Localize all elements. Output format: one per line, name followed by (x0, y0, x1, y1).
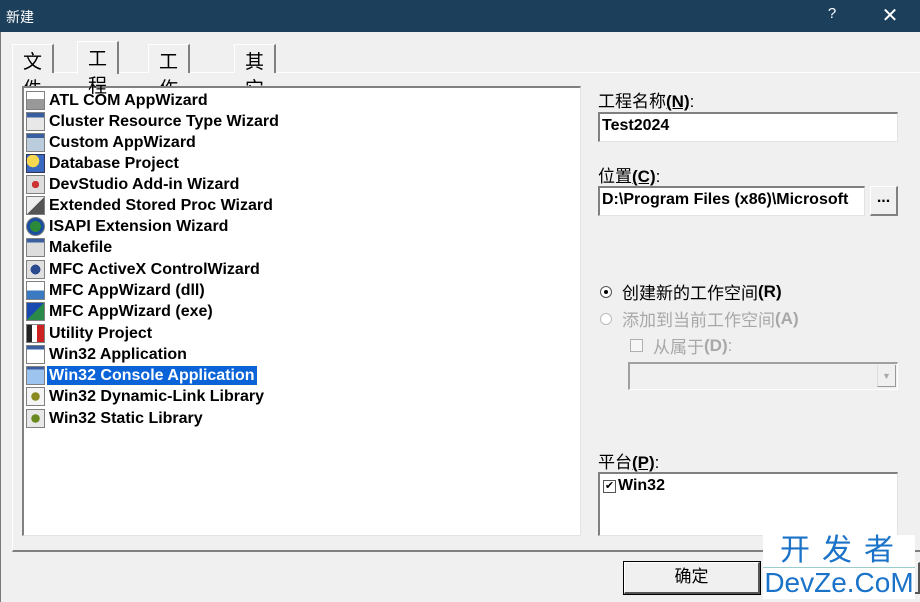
ok-button[interactable]: 确定 (623, 561, 761, 595)
database-project-icon (26, 154, 45, 173)
tab-files[interactable]: 文件 (12, 44, 55, 100)
checkmark-icon[interactable]: ✔ (603, 479, 616, 493)
dependency-checkbox[interactable]: 从属于 (D): (630, 333, 732, 358)
cluster-wizard-icon (26, 112, 45, 131)
isapi-globe-icon (26, 217, 45, 236)
add-to-current-workspace-radio[interactable]: 添加到当前工作空间 (A) (600, 306, 799, 331)
makefile-icon (26, 238, 45, 257)
list-item[interactable]: MFC ActiveX ControlWizard (26, 259, 262, 280)
list-item[interactable]: MFC AppWizard (dll) (26, 280, 207, 301)
custom-wizard-icon (26, 133, 45, 152)
activex-wizard-icon (26, 260, 45, 279)
platform-label: 平台(P): (598, 453, 660, 472)
project-name-label: 工程名称(N): (598, 92, 695, 111)
list-item[interactable]: DevStudio Add-in Wizard (26, 174, 241, 195)
location-label: 位置(C): (598, 167, 661, 186)
help-button[interactable]: ? (820, 5, 844, 27)
project-name-input[interactable]: Test2024 (598, 112, 898, 142)
mfc-dll-icon (26, 281, 45, 300)
platform-list[interactable]: ✔ Win32 (598, 472, 898, 536)
tab-projects[interactable]: 工程 (77, 41, 120, 97)
tab-workspaces[interactable]: 工作区 (148, 44, 191, 127)
utility-tools-icon (26, 324, 45, 343)
mfc-exe-icon (26, 302, 45, 321)
list-item[interactable]: Win32 Static Library (26, 408, 205, 429)
win32-app-icon (26, 345, 45, 364)
list-item[interactable]: MFC AppWizard (exe) (26, 301, 215, 322)
close-button[interactable]: ✕ (876, 3, 904, 29)
browse-button[interactable]: ... (870, 186, 898, 216)
static-lib-icon (26, 409, 45, 428)
dependency-dropdown[interactable]: ▼ (628, 362, 898, 390)
list-item[interactable]: ATL COM AppWizard (26, 90, 210, 111)
chevron-down-icon[interactable]: ▼ (877, 365, 896, 387)
console-window-icon (26, 366, 45, 385)
radio-checked-icon (600, 285, 612, 298)
radio-unchecked-icon (600, 312, 612, 325)
list-item[interactable]: Win32 Application (26, 344, 189, 365)
list-item[interactable]: Custom AppWizard (26, 132, 198, 153)
close-icon: ✕ (881, 5, 899, 27)
list-item[interactable]: Cluster Resource Type Wizard (26, 111, 281, 132)
platform-item-win32[interactable]: ✔ Win32 (603, 477, 665, 495)
list-item[interactable]: ISAPI Extension Wizard (26, 216, 230, 237)
list-item[interactable]: Utility Project (26, 323, 154, 344)
dialog-border (0, 32, 1, 602)
stored-proc-wizard-icon (26, 196, 45, 215)
atl-wizard-icon (26, 91, 45, 110)
list-item-selected[interactable]: Win32 Console Application (26, 365, 258, 386)
list-item[interactable]: Extended Stored Proc Wizard (26, 195, 275, 216)
project-type-list[interactable]: ATL COM AppWizard Cluster Resource Type … (22, 86, 581, 536)
addin-wizard-icon (26, 175, 45, 194)
dll-icon (26, 387, 45, 406)
location-input[interactable]: D:\Program Files (x86)\Microsoft (598, 186, 865, 216)
list-item[interactable]: Database Project (26, 153, 181, 174)
list-item[interactable]: Makefile (26, 237, 114, 258)
checkbox-unchecked-icon (630, 339, 643, 352)
cancel-button[interactable] (786, 562, 920, 594)
create-new-workspace-radio[interactable]: 创建新的工作空间 (R) (600, 279, 782, 304)
window-title: 新建 (6, 9, 34, 25)
title-bar: 新建 ? ✕ (0, 0, 920, 32)
list-item[interactable]: Win32 Dynamic-Link Library (26, 386, 266, 407)
tab-other-documents[interactable]: 其它文档 (234, 44, 277, 154)
